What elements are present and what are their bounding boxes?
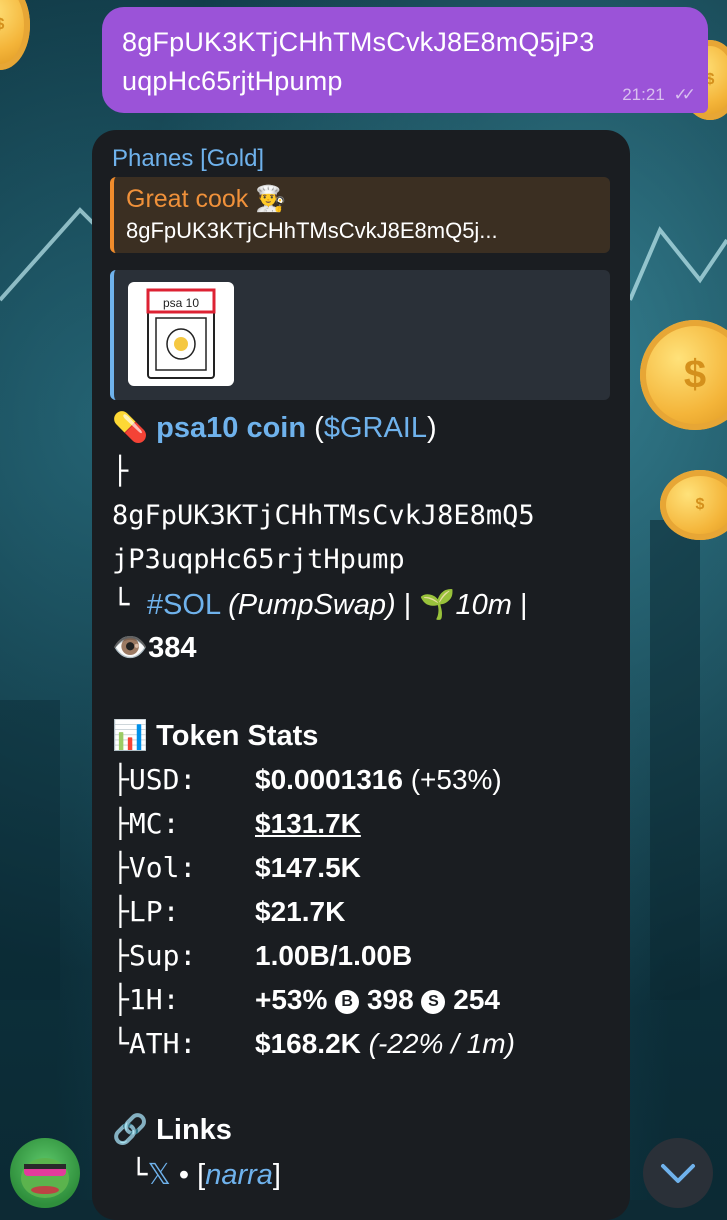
token-name-link[interactable]: psa10 coin (156, 412, 306, 444)
tree-branch: └ (112, 1027, 129, 1060)
bar-chart-icon: 📊 (112, 720, 149, 752)
reply-text: 8gFpUK3KTjCHhTMsCvkJ8E8mQ5j... (126, 218, 498, 243)
sent-message-line: 8gFpUK3KTjCHhTMsCvkJ8E8mQ5jP3 (122, 27, 595, 57)
stat-key: ├LP: (112, 890, 255, 934)
sell-count: 254 (453, 984, 500, 1015)
tree-branch: ├ (112, 456, 129, 487)
stat-label: Sup: (128, 939, 197, 972)
links-line: └𝕏 • [narra] (112, 1152, 281, 1197)
paren: ( (314, 412, 324, 444)
stat-row-mc: ├MC: $131.7K (112, 802, 361, 846)
stat-key: ├1H: (112, 978, 255, 1022)
stat-label: 1H: (128, 983, 180, 1016)
tree-branch: ├ (112, 763, 129, 796)
preview-thumbnail[interactable]: psa 10 (128, 282, 234, 386)
stat-value: 1.00B/1.00B (255, 940, 413, 971)
link-icon: 🔗 (112, 1114, 149, 1146)
eye-icon: 👁️ (112, 632, 149, 664)
token-address-line1[interactable]: 8gFpUK3KTjCHhTMsCvkJ8E8mQ5 (112, 494, 535, 538)
separator: | (511, 589, 528, 621)
market-cap-link[interactable]: $131.7K (255, 808, 361, 839)
dex-name: (PumpSwap) (228, 589, 396, 621)
separator: | (395, 589, 420, 621)
stat-row-sup: ├Sup: 1.00B/1.00B (112, 934, 412, 978)
stat-key: ├Sup: (112, 934, 255, 978)
paren: ) (426, 412, 437, 444)
stat-change: (-22% / 1m) (360, 1028, 515, 1059)
scroll-down-button[interactable] (643, 1138, 713, 1208)
tree-branch: ├ (112, 895, 129, 928)
sells-icon: S (421, 990, 446, 1014)
links-heading: 🔗 Links (112, 1108, 232, 1152)
reply-quote[interactable]: Great cook 👨‍🍳 8gFpUK3KTjCHhTMsCvkJ8E8mQ… (110, 177, 610, 253)
link-preview[interactable]: psa 10 (110, 270, 610, 400)
stat-label: Vol: (128, 851, 197, 884)
message-meta: 21:21 ✓✓ (622, 85, 696, 105)
token-stats-title: Token Stats (156, 720, 319, 752)
bot-avatar[interactable] (10, 1138, 80, 1208)
views-line: 👁️384 (112, 626, 197, 670)
buy-count: 398 (366, 984, 414, 1015)
stat-row-lp: ├LP: $21.7K (112, 890, 345, 934)
stat-row-usd: ├USD: $0.0001316 (+53%) (112, 758, 502, 802)
token-chain-line: └ #SOL (PumpSwap) | 🌱10m | (112, 582, 527, 627)
bracket: [ (197, 1159, 206, 1191)
view-count: 384 (148, 632, 197, 664)
token-title-line: 💊 psa10 coin ($GRAIL) (112, 406, 437, 450)
chain-hashtag-link[interactable]: #SOL (147, 589, 220, 621)
narra-link[interactable]: narra (205, 1159, 273, 1191)
stat-value: $21.7K (255, 896, 346, 927)
links-title: Links (156, 1114, 232, 1146)
tree-branch: ├ (112, 807, 129, 840)
sent-message-bubble[interactable]: 8gFpUK3KTjCHhTMsCvkJ8E8mQ5jP3 uqpHc65rjt… (102, 7, 708, 113)
stat-row-ath: └ATH: $168.2K (-22% / 1m) (112, 1022, 515, 1066)
reply-title: Great cook 👨‍🍳 (126, 185, 287, 213)
tree-branch: ├ (112, 851, 129, 884)
stat-value: $168.2K (255, 1028, 361, 1059)
chevron-down-icon (661, 1164, 695, 1183)
stat-key: └ATH: (112, 1022, 255, 1066)
stat-key: ├MC: (112, 802, 255, 846)
seedling-icon: 🌱 (419, 589, 456, 621)
double-check-icon: ✓✓ (673, 85, 696, 104)
stat-value: $147.5K (255, 852, 361, 883)
pill-icon: 💊 (112, 412, 149, 444)
tree-branch: └ (130, 1157, 148, 1191)
sent-message-line: uqpHc65rjtHpump (122, 66, 343, 96)
bot-message-bubble[interactable]: Phanes [Gold] Great cook 👨‍🍳 8gFpUK3KTjC… (92, 130, 630, 1220)
stat-label: USD: (128, 763, 197, 796)
stat-label: MC: (128, 807, 180, 840)
tree-branch: └ (112, 587, 147, 621)
pepe-avatar-image (21, 1158, 69, 1198)
stat-row-1h: ├1H: +53% B 398 S 254 (112, 978, 500, 1022)
sender-name[interactable]: Phanes [Gold] (112, 145, 264, 173)
tree-branch: ├ (112, 983, 129, 1016)
stat-row-vol: ├Vol: $147.5K (112, 846, 361, 890)
stat-label: LP: (128, 895, 180, 928)
svg-text:psa 10: psa 10 (163, 296, 199, 310)
psa-card-image: psa 10 (146, 288, 216, 379)
token-address-line2[interactable]: jP3uqpHc65rjtHpump (112, 538, 405, 582)
buys-icon: B (335, 990, 360, 1014)
token-symbol-link[interactable]: $GRAIL (324, 412, 427, 444)
stat-key: ├Vol: (112, 846, 255, 890)
separator: • (170, 1159, 198, 1191)
sent-message-text: 8gFpUK3KTjCHhTMsCvkJ8E8mQ5jP3 uqpHc65rjt… (122, 23, 688, 101)
stat-value: $0.0001316 (255, 764, 403, 795)
stat-change: (+53%) (402, 764, 502, 795)
message-time: 21:21 (622, 85, 665, 104)
stat-key: ├USD: (112, 758, 255, 802)
tree-branch: ├ (112, 939, 129, 972)
stat-value: +53% (255, 984, 328, 1015)
bracket: ] (272, 1159, 281, 1191)
token-stats-heading: 📊 Token Stats (112, 714, 318, 758)
x-link[interactable]: 𝕏 (147, 1159, 170, 1191)
stat-label: ATH: (128, 1027, 197, 1060)
token-age: 10m (455, 589, 512, 621)
